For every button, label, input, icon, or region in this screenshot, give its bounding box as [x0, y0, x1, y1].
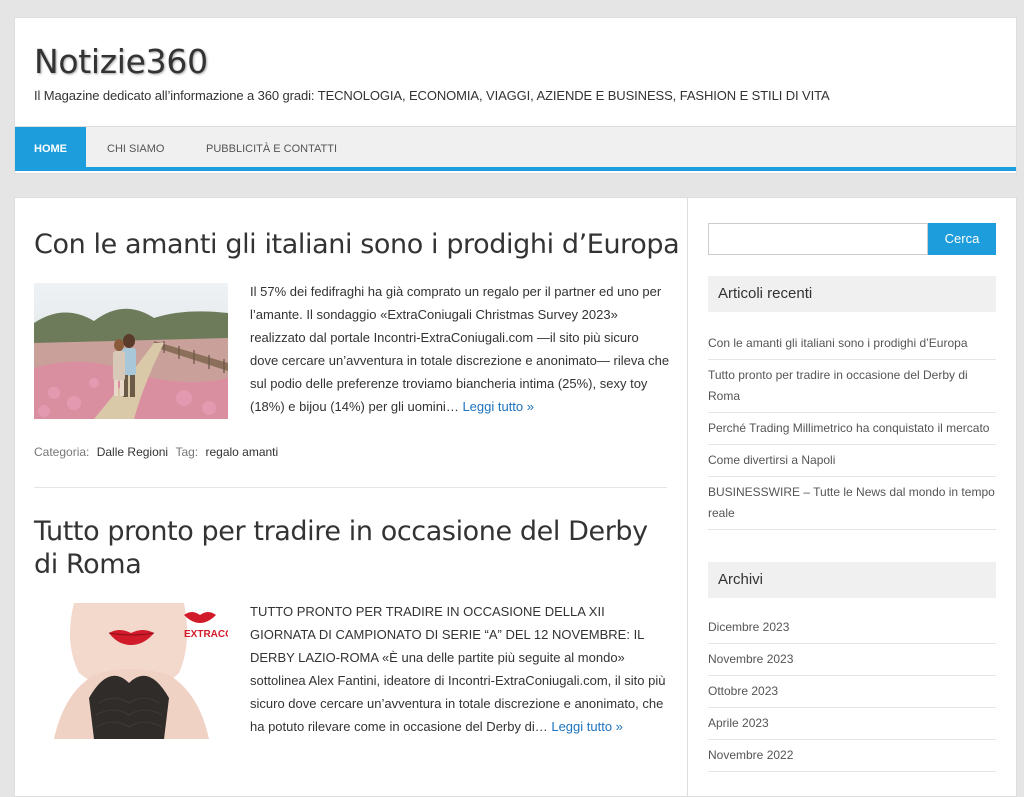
recent-post-link[interactable]: Come divertirsi a Napoli [708, 445, 996, 477]
site-description: Il Magazine dedicato all’informazione a … [34, 88, 830, 103]
post-thumbnail[interactable]: EXTRACO [34, 603, 228, 739]
search-button[interactable]: Cerca [928, 223, 996, 255]
nav-chi-siamo[interactable]: CHI SIAMO [107, 127, 164, 171]
thumb-logo-text: EXTRACO [184, 629, 228, 640]
archive-link[interactable]: Aprile 2023 [708, 708, 996, 740]
main-nav: HOME CHI SIAMO PUBBLICITÀ E CONTATTI [15, 126, 1016, 171]
recent-posts-list: Con le amanti gli italiani sono i prodig… [708, 328, 996, 530]
post-divider [34, 487, 667, 488]
main-column: Con le amanti gli italiani sono i prodig… [15, 198, 688, 796]
nav-home[interactable]: HOME [15, 127, 86, 171]
recent-posts-title: Articoli recenti [708, 276, 996, 312]
recent-post-link[interactable]: Perché Trading Millimetrico ha conquista… [708, 413, 996, 445]
read-more-link[interactable]: Leggi tutto » [462, 399, 534, 414]
post-excerpt-text: Il 57% dei fedifraghi ha già comprato un… [250, 284, 670, 414]
post-title[interactable]: Con le amanti gli italiani sono i prodig… [34, 228, 680, 261]
tag-label: Tag: [175, 445, 199, 459]
search-input[interactable] [708, 223, 928, 255]
archives-title: Archivi [708, 562, 996, 598]
archives-list: Dicembre 2023 Novembre 2023 Ottobre 2023… [708, 612, 996, 772]
content-area: Con le amanti gli italiani sono i prodig… [14, 197, 1017, 797]
recent-post-link[interactable]: BUSINESSWIRE – Tutte le News dal mondo i… [708, 477, 996, 530]
woman-lips-photo: EXTRACO [34, 603, 228, 739]
sidebar: Cerca Articoli recenti Con le amanti gli… [688, 198, 1018, 796]
archive-link[interactable]: Dicembre 2023 [708, 612, 996, 644]
post-excerpt-text: TUTTO PRONTO PER TRADIRE IN OCCASIONE DE… [250, 604, 666, 734]
post-thumbnail[interactable] [34, 283, 228, 419]
post-excerpt: TUTTO PRONTO PER TRADIRE IN OCCASIONE DE… [250, 600, 670, 738]
read-more-link[interactable]: Leggi tutto » [551, 719, 623, 734]
recent-post-link[interactable]: Tutto pronto per tradire in occasione de… [708, 360, 996, 413]
site-title[interactable]: Notizie360 [34, 42, 208, 81]
archive-link[interactable]: Novembre 2023 [708, 644, 996, 676]
post-excerpt: Il 57% dei fedifraghi ha già comprato un… [250, 280, 670, 418]
site-header: Notizie360 Il Magazine dedicato all’info… [14, 17, 1017, 174]
post-title[interactable]: Tutto pronto per tradire in occasione de… [34, 515, 654, 581]
category-link[interactable]: Dalle Regioni [97, 445, 168, 459]
couple-photo [34, 283, 228, 419]
post-meta: Categoria: Dalle Regioni Tag: regalo ama… [34, 445, 278, 459]
archive-link[interactable]: Ottobre 2023 [708, 676, 996, 708]
nav-pubblicita-contatti[interactable]: PUBBLICITÀ E CONTATTI [206, 127, 337, 171]
tag-link[interactable]: regalo amanti [205, 445, 278, 459]
category-label: Categoria: [34, 445, 90, 459]
recent-post-link[interactable]: Con le amanti gli italiani sono i prodig… [708, 328, 996, 360]
archive-link[interactable]: Novembre 2022 [708, 740, 996, 772]
